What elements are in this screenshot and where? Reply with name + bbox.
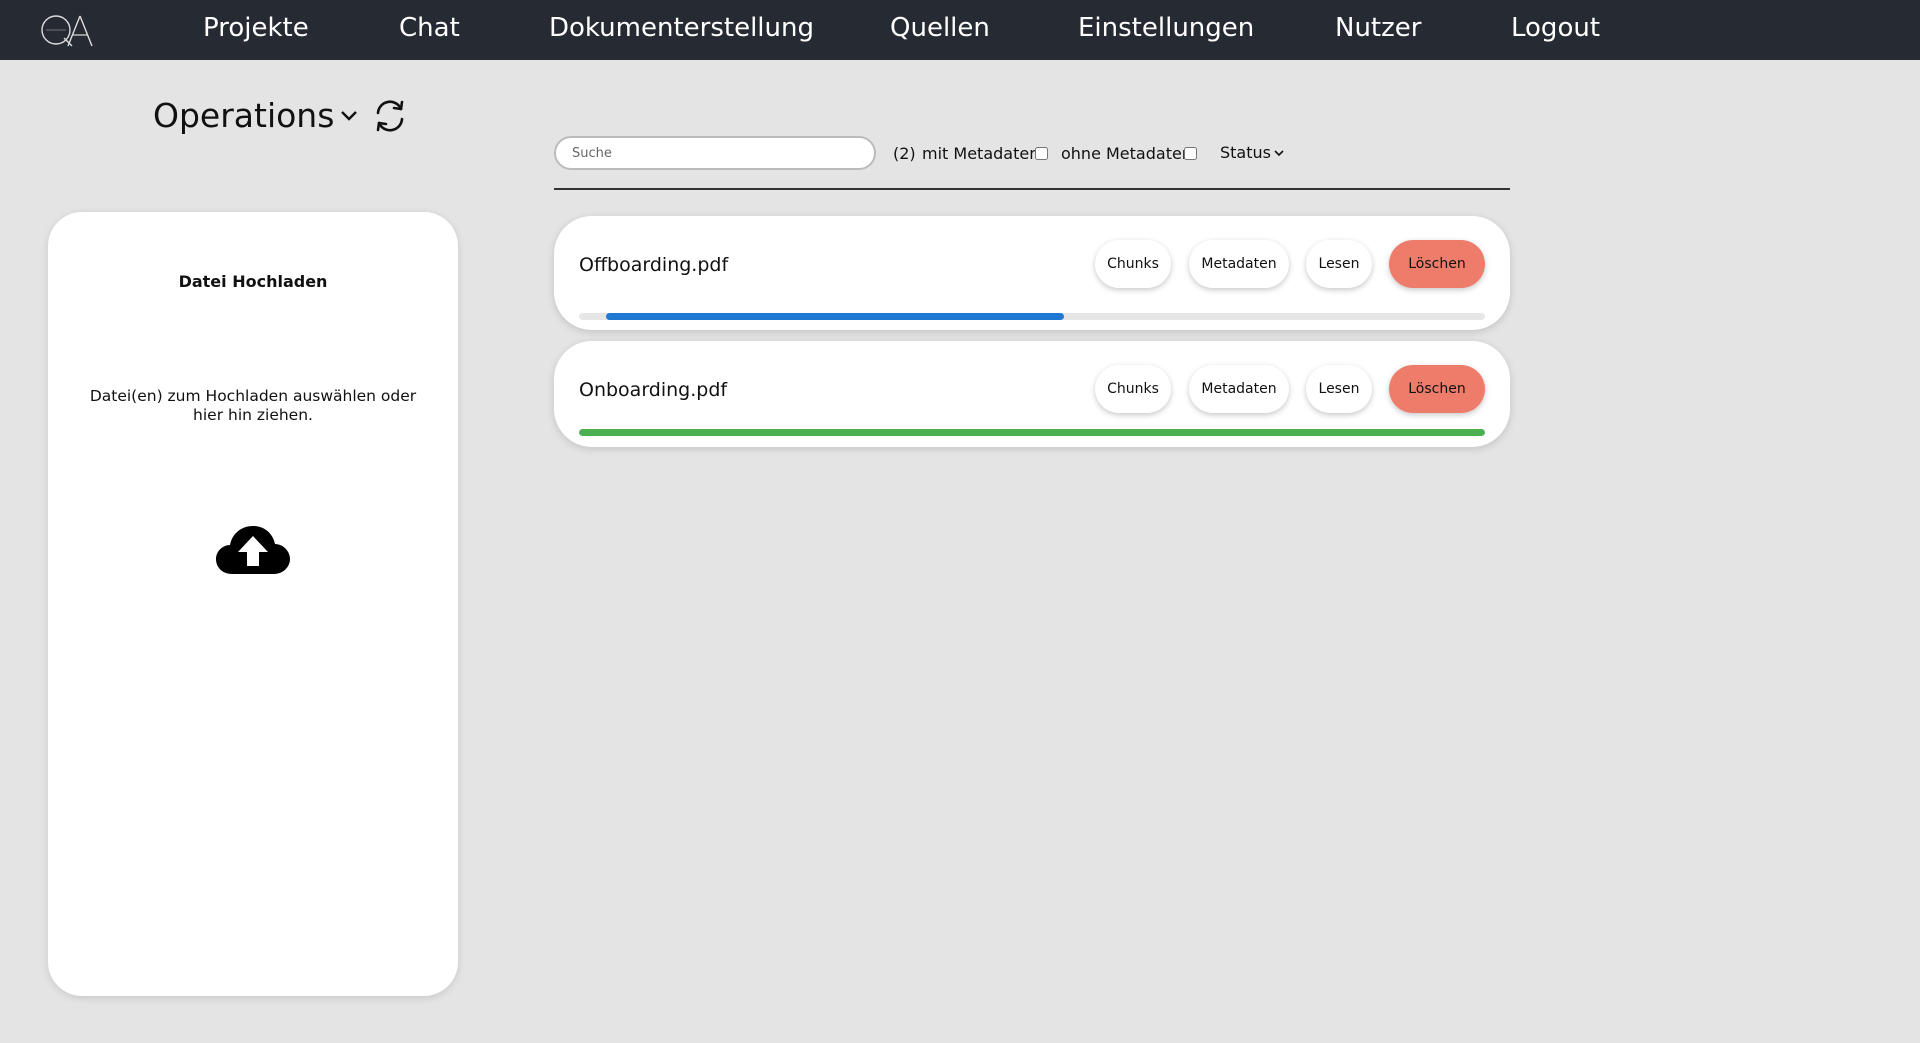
nav-logout[interactable]: Logout <box>1511 13 1600 43</box>
without-metadata-label: ohne Metadaten <box>1061 144 1192 163</box>
progress-bar <box>579 429 1485 436</box>
file-card: Offboarding.pdf Chunks Metadaten Lesen L… <box>554 216 1510 330</box>
file-name: Onboarding.pdf <box>579 379 728 401</box>
with-metadata-label: mit Metadaten <box>922 144 1040 163</box>
with-metadata-checkbox[interactable] <box>1035 147 1048 160</box>
search-input[interactable] <box>554 136 876 170</box>
status-label: Status <box>1220 143 1271 162</box>
nav-projekte[interactable]: Projekte <box>203 13 309 43</box>
chunks-button[interactable]: Chunks <box>1095 365 1171 413</box>
upload-hint: Datei(en) zum Hochladen auswählen oder h… <box>89 387 417 424</box>
nav-chat[interactable]: Chat <box>399 13 460 43</box>
chevron-down-icon <box>341 110 358 121</box>
upload-title: Datei Hochladen <box>178 272 328 291</box>
qa-logo-icon[interactable] <box>38 10 96 50</box>
file-name: Offboarding.pdf <box>579 254 729 276</box>
delete-button[interactable]: Löschen <box>1389 240 1485 288</box>
nav-dokumenterstellung[interactable]: Dokumenterstellung <box>549 13 814 43</box>
refresh-icon[interactable] <box>372 98 408 134</box>
nav-quellen[interactable]: Quellen <box>890 13 990 43</box>
without-metadata-checkbox[interactable] <box>1184 147 1197 160</box>
metadata-button[interactable]: Metadaten <box>1189 240 1289 288</box>
filter-divider <box>554 188 1510 190</box>
metadata-button[interactable]: Metadaten <box>1189 365 1289 413</box>
file-card: Onboarding.pdf Chunks Metadaten Lesen Lö… <box>554 341 1510 447</box>
progress-fill <box>579 429 1485 436</box>
delete-button[interactable]: Löschen <box>1389 365 1485 413</box>
nav-nutzer[interactable]: Nutzer <box>1335 13 1421 43</box>
progress-bar <box>579 313 1485 320</box>
chevron-down-icon <box>1274 149 1284 156</box>
upload-dropzone[interactable]: Datei Hochladen Datei(en) zum Hochladen … <box>48 212 458 996</box>
result-count: (2) <box>893 144 916 163</box>
chunks-button[interactable]: Chunks <box>1095 240 1171 288</box>
read-button[interactable]: Lesen <box>1306 240 1372 288</box>
top-navbar: Projekte Chat Dokumenterstellung Quellen… <box>0 0 1920 60</box>
status-dropdown[interactable]: Status <box>1220 143 1284 162</box>
project-name: Operations <box>153 96 335 135</box>
project-dropdown[interactable]: Operations <box>153 96 358 135</box>
read-button[interactable]: Lesen <box>1306 365 1372 413</box>
cloud-upload-icon[interactable] <box>216 524 290 576</box>
nav-einstellungen[interactable]: Einstellungen <box>1078 13 1254 43</box>
progress-fill <box>606 313 1064 320</box>
